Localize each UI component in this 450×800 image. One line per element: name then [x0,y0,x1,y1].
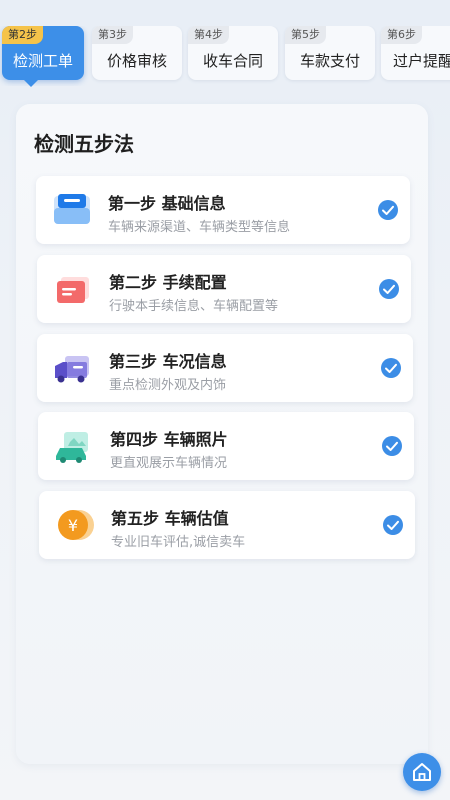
yuan-coin-icon: ¥ [53,505,97,545]
tab-step-badge: 第4步 [188,26,229,44]
panel-title: 检测五步法 [34,132,134,156]
step-card-vehicle-valuation[interactable]: ¥ 第五步 车辆估值 专业旧车评估,诚信卖车 [39,491,415,559]
tab-payment[interactable]: 第5步 车款支付 [285,26,375,80]
step-card-documents-config[interactable]: 第二步 手续配置 行驶本手续信息、车辆配置等 [37,255,411,323]
step-description: 专业旧车评估,诚信卖车 [111,535,246,550]
tab-label: 过户提醒 [393,52,450,70]
tab-label: 价格审核 [106,52,167,70]
step-title: 第三步 车况信息 [109,352,227,371]
check-icon [379,279,399,299]
active-tab-pointer [24,80,38,87]
home-button[interactable] [403,753,441,791]
step-card-vehicle-condition[interactable]: 第三步 车况信息 重点检测外观及内饰 [37,334,413,402]
step-card-vehicle-photos[interactable]: 第四步 车辆照片 更直观展示车辆情况 [38,412,414,480]
tab-transfer-reminder[interactable]: 第6步 过户提醒 [381,26,450,80]
step-title: 第二步 手续配置 [109,273,227,292]
tab-step-badge: 第3步 [92,26,133,44]
step-description: 重点检测外观及内饰 [109,378,227,393]
tab-step-badge: 第2步 [2,26,43,44]
truck-icon [51,348,95,388]
tab-label: 车款支付 [299,52,360,70]
tab-label: 检测工单 [12,52,73,70]
check-icon [383,515,403,535]
step-title: 第一步 基础信息 [108,194,226,213]
check-icon [381,358,401,378]
step-card-basic-info[interactable]: 第一步 基础信息 车辆来源渠道、车辆类型等信息 [36,176,410,244]
check-icon [378,200,398,220]
step-description: 车辆来源渠道、车辆类型等信息 [108,220,291,235]
tab-inspection-order[interactable]: 第2步 检测工单 [2,26,84,80]
id-card-icon [51,269,95,309]
home-icon [413,763,431,781]
step-description: 行驶本手续信息、车辆配置等 [109,299,279,314]
tab-price-review[interactable]: 第3步 价格审核 [92,26,182,80]
tab-step-badge: 第6步 [381,26,422,44]
check-icon [382,436,402,456]
tab-step-badge: 第5步 [285,26,326,44]
tab-purchase-contract[interactable]: 第4步 收车合同 [188,26,278,80]
step-title: 第五步 车辆估值 [111,509,229,528]
svg-text:¥: ¥ [68,516,78,535]
tab-label: 收车合同 [202,52,263,70]
folder-icon [50,190,94,230]
step-description: 更直观展示车辆情况 [110,456,228,471]
car-photo-icon [52,426,96,466]
step-tabs: 第2步 检测工单 第3步 价格审核 第4步 收车合同 第5步 车款支付 第6步 … [0,26,450,86]
step-title: 第四步 车辆照片 [110,430,228,449]
